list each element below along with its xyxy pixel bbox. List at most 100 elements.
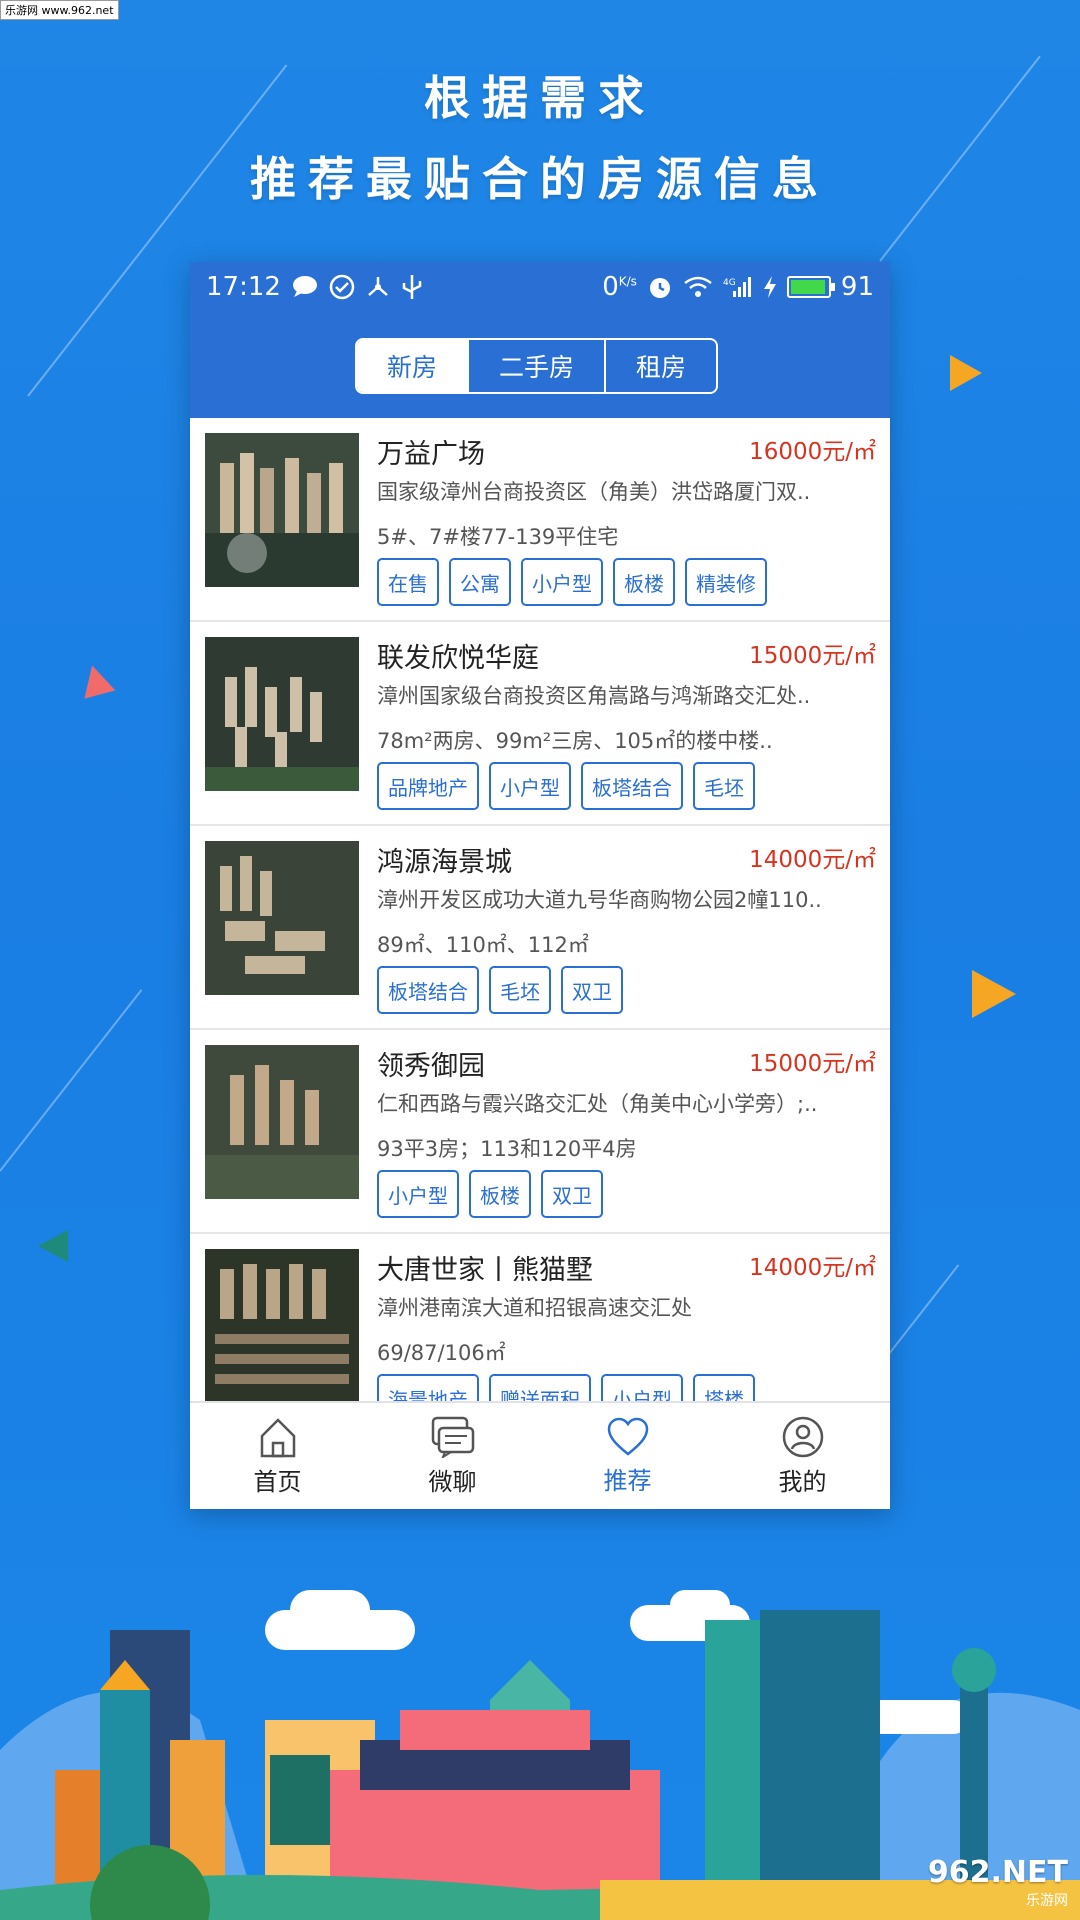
chat-icon xyxy=(431,1416,474,1458)
status-bar: 17:12 0K/s 4G 91 xyxy=(190,262,890,312)
tag: 品牌地产 xyxy=(377,762,479,810)
bottom-tab-bar: 首页 微聊 推荐 我的 xyxy=(190,1401,890,1509)
chat-bubble-icon xyxy=(291,275,319,299)
tab-chat[interactable]: 微聊 xyxy=(365,1403,540,1509)
listing-photo xyxy=(205,433,359,587)
decorative-triangle xyxy=(950,355,982,391)
decorative-triangle xyxy=(76,661,116,699)
tab-recommend[interactable]: 推荐 xyxy=(540,1403,715,1509)
listing-title: 联发欣悦华庭 xyxy=(377,643,539,674)
tab-label: 微聊 xyxy=(428,1467,477,1496)
listing-item[interactable]: 鸿源海景城 14000元/㎡ 漳州开发区成功大道九号华商购物公园2幢110.. … xyxy=(190,826,890,1030)
decorative-line xyxy=(0,989,143,1172)
listing-tags: 在售 公寓 小户型 板楼 精装修 xyxy=(377,558,767,606)
network-icon xyxy=(365,274,391,300)
svg-text:4G: 4G xyxy=(723,278,736,288)
listing-price: 15000元/㎡ xyxy=(749,643,876,669)
listing-address: 漳州国家级台商投资区角嵩路与鸿渐路交汇处.. xyxy=(377,684,811,708)
listing-spec: 93平3房；113和120平4房 xyxy=(377,1137,637,1161)
profile-icon xyxy=(782,1416,823,1457)
listing-price: 14000元/㎡ xyxy=(749,1255,876,1281)
check-circle-icon xyxy=(329,274,355,300)
watermark: 乐游网 www.962.net xyxy=(0,0,119,20)
tag: 板塔结合 xyxy=(581,762,683,810)
app-header: 17:12 0K/s 4G 91 新房 二手房 租房 xyxy=(190,262,890,418)
battery-icon xyxy=(786,276,835,298)
home-icon xyxy=(260,1417,295,1457)
segment-rental[interactable]: 租房 xyxy=(606,340,716,392)
listing-title: 领秀御园 xyxy=(377,1051,485,1082)
listing-price: 15000元/㎡ xyxy=(749,1051,876,1077)
battery-level: 91 xyxy=(840,272,874,302)
tag: 在售 xyxy=(377,558,439,606)
decorative-triangle xyxy=(972,970,1016,1018)
tag: 小户型 xyxy=(601,1374,683,1403)
listing-title: 大唐世家丨熊猫墅 xyxy=(377,1255,593,1286)
site-logo-sub: 乐游网 xyxy=(1026,1893,1068,1909)
tab-label: 首页 xyxy=(253,1467,302,1496)
signal-icon: 4G xyxy=(723,275,753,299)
listing-photo xyxy=(205,841,359,995)
tag: 赠送面积 xyxy=(489,1374,591,1403)
tab-profile[interactable]: 我的 xyxy=(715,1403,890,1509)
tag: 板楼 xyxy=(613,558,675,606)
tag: 板塔结合 xyxy=(377,966,479,1014)
tag: 小户型 xyxy=(489,762,571,810)
tab-label: 推荐 xyxy=(603,1466,652,1495)
tab-home[interactable]: 首页 xyxy=(190,1403,365,1509)
tag: 双卫 xyxy=(561,966,623,1014)
tag: 双卫 xyxy=(541,1170,603,1218)
tag: 毛坯 xyxy=(489,966,551,1014)
listing-photo xyxy=(205,1045,359,1199)
listing-title: 万益广场 xyxy=(377,439,485,470)
usb-icon xyxy=(401,273,423,301)
tag: 小户型 xyxy=(377,1170,459,1218)
listing-photo xyxy=(205,1249,359,1403)
listing-price: 16000元/㎡ xyxy=(749,439,876,465)
listing-address: 仁和西路与霞兴路交汇处（角美中心小学旁）;.. xyxy=(377,1092,818,1116)
listing-address: 漳州港南滨大道和招银高速交汇处 xyxy=(377,1296,692,1320)
tag: 公寓 xyxy=(449,558,511,606)
listing-item[interactable]: 联发欣悦华庭 15000元/㎡ 漳州国家级台商投资区角嵩路与鸿渐路交汇处.. 7… xyxy=(190,622,890,826)
listing-spec: 78m²两房、99m²三房、105㎡的楼中楼.. xyxy=(377,729,773,753)
tag: 毛坯 xyxy=(693,762,755,810)
listing-address: 国家级漳州台商投资区（角美）洪岱路厦门双.. xyxy=(377,480,811,504)
decorative-triangle xyxy=(38,1230,68,1262)
tag: 板楼 xyxy=(469,1170,531,1218)
listing-tags: 小户型 板楼 双卫 xyxy=(377,1170,603,1218)
listing-spec: 89㎡、110㎡、112㎡ xyxy=(377,933,589,957)
listing-spec: 69/87/106㎡ xyxy=(377,1341,506,1365)
listing-item[interactable]: 领秀御园 15000元/㎡ 仁和西路与霞兴路交汇处（角美中心小学旁）;.. 93… xyxy=(190,1030,890,1234)
listing-tags: 板塔结合 毛坯 双卫 xyxy=(377,966,623,1014)
heart-icon xyxy=(607,1417,648,1456)
site-logo-text: 962.NET xyxy=(927,1855,1068,1890)
charging-icon xyxy=(763,275,777,299)
segment-new-house[interactable]: 新房 xyxy=(357,340,470,392)
listing-photo xyxy=(205,637,359,791)
phone-screen: 17:12 0K/s 4G 91 新房 二手房 租房 万益广场 16000元/㎡… xyxy=(190,262,890,1509)
alarm-icon xyxy=(647,274,673,300)
tag: 塔楼 xyxy=(693,1374,755,1403)
headline-line-1: 根据需求 xyxy=(424,71,656,125)
segment-second-hand[interactable]: 二手房 xyxy=(469,340,607,392)
city-illustration xyxy=(0,1590,1080,1920)
tag: 海景地产 xyxy=(377,1374,479,1403)
tab-label: 我的 xyxy=(778,1467,827,1496)
listing-list[interactable]: 万益广场 16000元/㎡ 国家级漳州台商投资区（角美）洪岱路厦门双.. 5#、… xyxy=(190,418,890,1403)
listing-spec: 5#、7#楼77-139平住宅 xyxy=(377,525,619,549)
site-logo: 962.NET 乐游网 xyxy=(928,1855,1068,1910)
clock: 17:12 xyxy=(206,272,281,302)
wifi-icon xyxy=(683,275,713,299)
net-speed: 0K/s xyxy=(602,272,637,302)
listing-title: 鸿源海景城 xyxy=(377,847,512,878)
listing-item[interactable]: 大唐世家丨熊猫墅 14000元/㎡ 漳州港南滨大道和招银高速交汇处 69/87/… xyxy=(190,1234,890,1403)
tag: 精装修 xyxy=(685,558,767,606)
listing-type-switch: 新房 二手房 租房 xyxy=(355,338,719,394)
tag: 小户型 xyxy=(521,558,603,606)
listing-price: 14000元/㎡ xyxy=(749,847,876,873)
listing-tags: 海景地产 赠送面积 小户型 塔楼 xyxy=(377,1374,755,1403)
listing-address: 漳州开发区成功大道九号华商购物公园2幢110.. xyxy=(377,888,822,912)
listing-item[interactable]: 万益广场 16000元/㎡ 国家级漳州台商投资区（角美）洪岱路厦门双.. 5#、… xyxy=(190,418,890,622)
listing-tags: 品牌地产 小户型 板塔结合 毛坯 xyxy=(377,762,755,810)
headline-line-2: 推荐最贴合的房源信息 xyxy=(250,152,830,206)
